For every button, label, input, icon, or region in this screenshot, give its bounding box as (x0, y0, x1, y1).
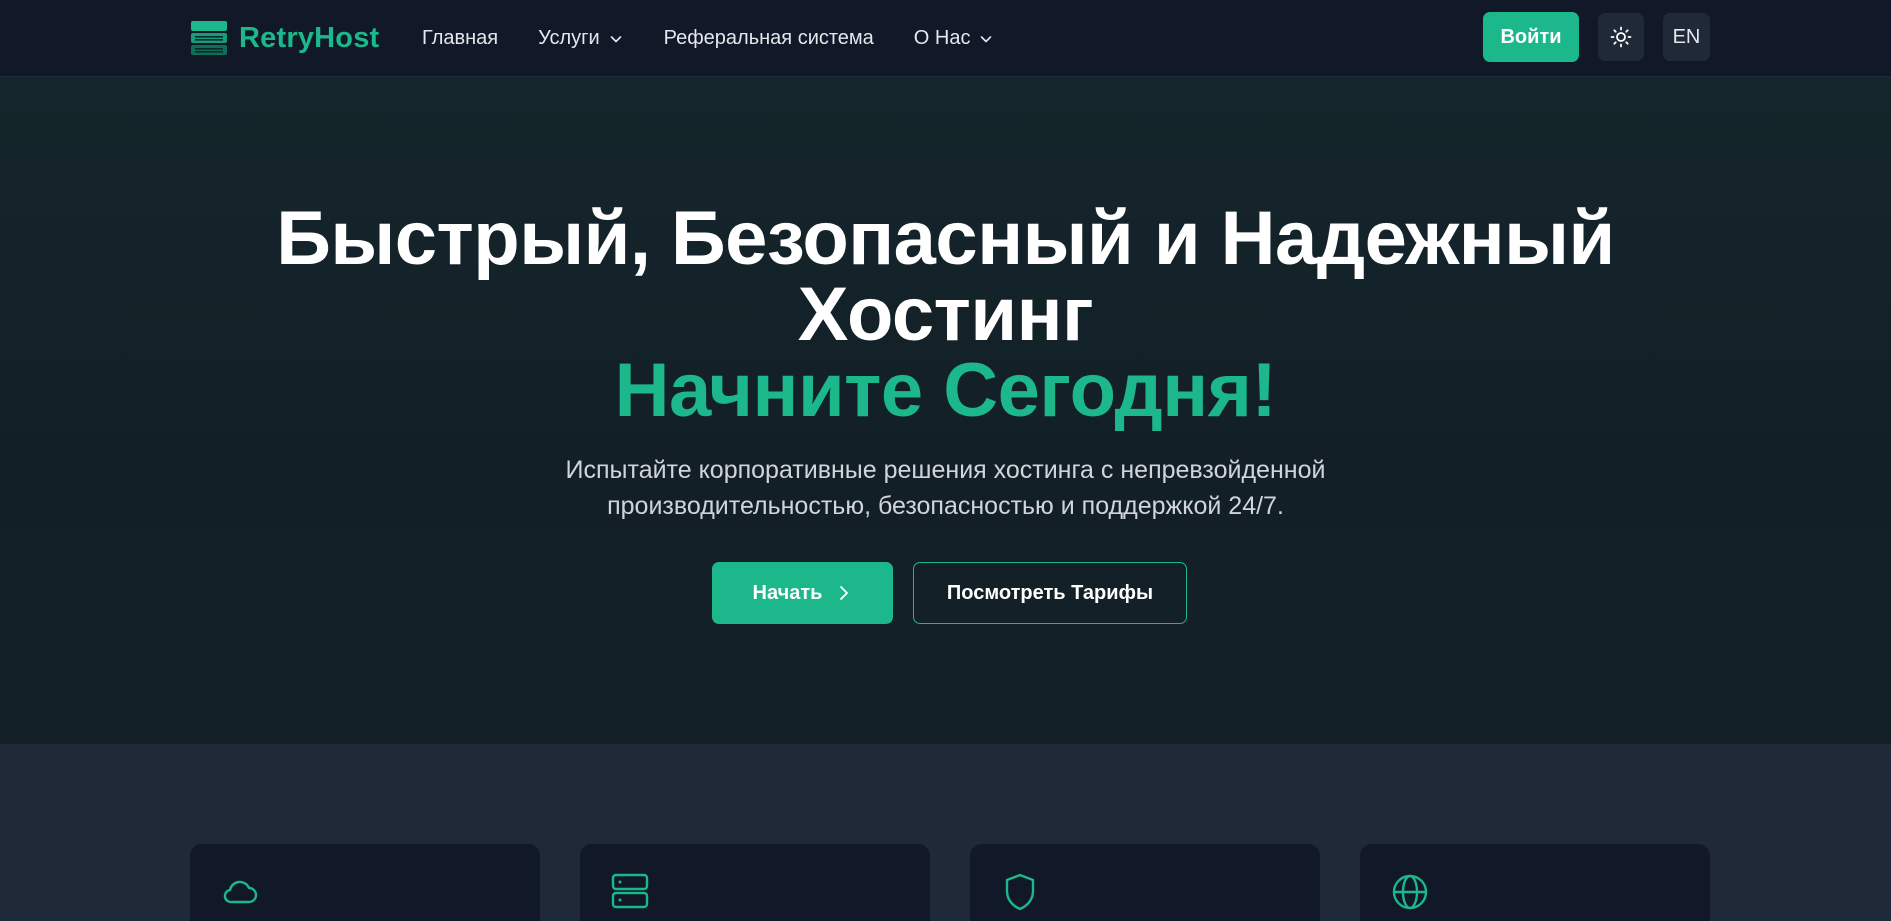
feature-card (580, 844, 930, 921)
feature-card (190, 844, 540, 921)
get-started-label: Начать (752, 581, 823, 604)
cloud-icon (223, 880, 258, 904)
hero-section: Быстрый, Безопасный и Надежный Хостинг Н… (0, 77, 1891, 744)
hero-title-line: Хостинг (797, 272, 1094, 357)
globe-icon (1392, 874, 1428, 910)
server-icon (611, 873, 649, 909)
features-section (0, 744, 1891, 921)
get-started-button[interactable]: Начать (712, 562, 893, 624)
brand-logo[interactable]: RetryHost (189, 19, 379, 57)
nav-item-about[interactable]: О Нас (914, 27, 995, 50)
feature-card (970, 844, 1320, 921)
nav-item-home[interactable]: Главная (422, 27, 498, 50)
nav-item-label: Реферальная система (663, 27, 874, 49)
nav-item-referral[interactable]: Реферальная система (664, 27, 874, 50)
feature-card (1360, 844, 1710, 921)
hero-subtitle-line: производительностью, безопасностью и под… (607, 492, 1284, 520)
chevron-down-icon (981, 35, 992, 42)
nav-item-label: Главная (422, 27, 499, 49)
hero-subtitle-line: Испытайте корпоративные решения хостинга… (565, 456, 1326, 484)
hero-title: Быстрый, Безопасный и Надежный Хостинг Н… (0, 201, 1891, 429)
hero-title-line: Быстрый, Безопасный и Надежный (276, 196, 1615, 281)
brand-name: RetryHost (239, 21, 380, 54)
shield-icon (1005, 873, 1035, 911)
chevron-down-icon (610, 35, 621, 42)
login-button[interactable]: Войти (1483, 12, 1579, 62)
language-switch-button[interactable]: EN (1663, 13, 1710, 61)
hero-subtitle: Испытайте корпоративные решения хостинга… (0, 452, 1891, 524)
hero-title-accent: Начните Сегодня! (614, 348, 1277, 433)
theme-toggle-button[interactable] (1598, 13, 1644, 61)
chevron-right-icon (840, 586, 849, 600)
nav-item-label: Услуги (538, 27, 600, 49)
server-stack-logo-icon (189, 19, 231, 57)
nav-item-services[interactable]: Услуги (538, 27, 624, 50)
main-nav: Главная Услуги Реферальная система О Нас (422, 0, 994, 77)
top-navbar: RetryHost Главная Услуги Реферальная сис… (0, 0, 1891, 77)
sun-icon (1610, 26, 1632, 48)
view-plans-button[interactable]: Посмотреть Тарифы (913, 562, 1187, 624)
nav-item-label: О Нас (913, 27, 971, 49)
